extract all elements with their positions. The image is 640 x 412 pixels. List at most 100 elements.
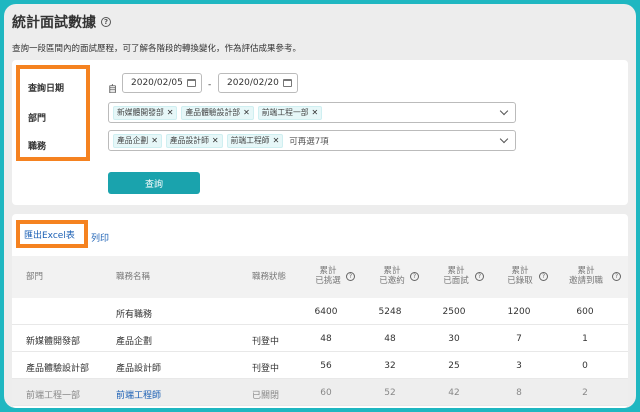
cell-hired: 7	[516, 334, 522, 344]
export-highlight: 匯出Excel表	[16, 220, 88, 248]
col-interviewed: 累計 已面試	[442, 266, 470, 286]
position-select[interactable]: 產品企劃 ✕ 產品設計師 ✕ 前端工程師 ✕ 可再選7項	[108, 130, 516, 151]
col-position: 職務名稱	[116, 272, 151, 282]
cell-picked: 48	[320, 334, 332, 344]
page-title: 統計面試數據 ?	[12, 12, 111, 32]
tag-label: 產品設計師	[169, 136, 209, 145]
query-button[interactable]: 查詢	[108, 172, 200, 194]
question-circle-icon[interactable]: ?	[346, 272, 355, 281]
cell-onboard: 0	[582, 361, 588, 371]
cell-onboard: 600	[576, 307, 594, 317]
col-department: 部門	[26, 272, 44, 282]
position-label: 職務	[28, 142, 47, 152]
date-from-prefix: 自	[108, 85, 118, 95]
col-line: 累計	[577, 266, 595, 276]
department-select[interactable]: 新媒體開發部 ✕ 產品體驗設計部 ✕ 前端工程一部 ✕	[108, 102, 516, 123]
tag-label: 產品企劃	[117, 136, 149, 145]
cell-interviewed: 42	[448, 388, 460, 398]
cell-hired: 8	[516, 388, 522, 398]
col-invited: 累計 已邀約	[378, 266, 406, 286]
cell-status: 刊登中	[252, 337, 280, 347]
col-line: 已邀約	[379, 276, 405, 286]
col-line: 邀請到職	[568, 276, 603, 286]
print-link[interactable]: 列印	[91, 231, 109, 244]
col-onboard: 累計 邀請到職	[564, 266, 608, 286]
close-icon[interactable]: ✕	[312, 108, 319, 117]
close-icon[interactable]: ✕	[243, 108, 250, 117]
col-line: 已面試	[443, 276, 469, 286]
close-icon[interactable]: ✕	[212, 136, 219, 145]
table-row: 新媒體開發部 產品企劃 刊登中 48 48 30 7 1	[12, 325, 628, 352]
col-hired: 累計 已錄取	[506, 266, 534, 286]
col-line: 已錄取	[507, 276, 533, 286]
col-line: 累計	[447, 266, 465, 276]
cell-status: 已關閉	[252, 391, 280, 401]
results-panel: 匯出Excel表 列印 部門 職務名稱 職務狀態 累計 已挑選 ? 累計 已邀約…	[12, 214, 628, 408]
cell-invited: 32	[384, 361, 396, 371]
cell-department: 產品體驗設計部	[26, 364, 90, 374]
position-link[interactable]: 前端工程師	[116, 388, 161, 401]
cell-invited: 48	[384, 334, 396, 344]
position-tag: 產品設計師 ✕	[165, 133, 223, 148]
date-to-value: 2020/02/20	[227, 78, 279, 88]
question-circle-icon[interactable]: ?	[101, 17, 111, 27]
col-line: 已挑選	[315, 276, 341, 286]
col-picked: 累計 已挑選	[314, 266, 342, 286]
question-circle-icon[interactable]: ?	[539, 272, 548, 281]
table-header: 部門 職務名稱 職務狀態 累計 已挑選 ? 累計 已邀約 ? 累計 已面試 ? …	[12, 256, 628, 298]
date-from-value: 2020/02/05	[131, 78, 183, 88]
cell-status: 刊登中	[252, 364, 280, 374]
department-tag: 產品體驗設計部 ✕	[181, 105, 254, 120]
department-tag: 新媒體開發部 ✕	[113, 105, 178, 120]
position-tag: 產品企劃 ✕	[113, 133, 162, 148]
cell-hired: 1200	[507, 307, 531, 317]
cell-invited: 52	[384, 388, 396, 398]
position-link[interactable]: 產品設計師	[116, 361, 161, 374]
cell-picked: 6400	[314, 307, 338, 317]
page-subtitle: 查詢一段區間內的面試歷程，可了解各階段的轉換變化，作為評估成果參考。	[12, 44, 302, 54]
col-status: 職務狀態	[252, 272, 287, 282]
tag-label: 新媒體開發部	[117, 108, 164, 117]
cell-interviewed: 2500	[442, 307, 466, 317]
close-icon[interactable]: ✕	[273, 136, 280, 145]
tag-label: 產品體驗設計部	[185, 108, 241, 117]
cell-picked: 60	[320, 388, 332, 398]
date-to-input[interactable]: 2020/02/20	[218, 73, 298, 93]
date-from-input[interactable]: 2020/02/05	[122, 73, 202, 93]
cell-onboard: 2	[582, 388, 588, 398]
col-line: 累計	[511, 266, 529, 276]
cell-hired: 3	[516, 361, 522, 371]
tag-label: 前端工程一部	[261, 108, 309, 117]
cell-department: 前端工程一部	[26, 391, 81, 401]
cell-onboard: 1	[582, 334, 588, 344]
calendar-icon[interactable]	[187, 79, 196, 87]
calendar-icon[interactable]	[283, 79, 292, 87]
department-label: 部門	[28, 114, 47, 124]
position-tag: 前端工程師 ✕	[226, 133, 284, 148]
page-title-text: 統計面試數據	[12, 15, 96, 31]
cell-interviewed: 30	[448, 334, 460, 344]
close-icon[interactable]: ✕	[151, 136, 158, 145]
question-circle-icon[interactable]: ?	[475, 272, 484, 281]
export-excel-link[interactable]: 匯出Excel表	[24, 228, 75, 241]
position-link[interactable]: 產品企劃	[116, 334, 152, 347]
col-line: 累計	[319, 266, 337, 276]
cell-picked: 56	[320, 361, 332, 371]
table-row: 所有職務 6400 5248 2500 1200 600	[12, 298, 628, 325]
cell-interviewed: 25	[448, 361, 460, 371]
question-circle-icon[interactable]: ?	[410, 272, 419, 281]
cell-position: 所有職務	[116, 310, 153, 320]
date-label: 查詢日期	[28, 84, 65, 94]
question-circle-icon[interactable]: ?	[612, 272, 621, 281]
table-row: 前端工程一部 前端工程師 已關閉 60 52 42 8 2	[12, 379, 628, 406]
tag-label: 前端工程師	[230, 136, 270, 145]
date-separator: -	[208, 80, 212, 90]
filter-labels-highlight: 查詢日期 部門 職務	[16, 65, 90, 161]
table-row: 產品體驗設計部 產品設計師 刊登中 56 32 25 3 0	[12, 352, 628, 379]
filter-panel: 查詢日期 部門 職務 自 2020/02/05 - 2020/02/20 新媒體…	[12, 60, 628, 205]
col-line: 累計	[383, 266, 401, 276]
chevron-down-icon[interactable]	[499, 134, 509, 144]
close-icon[interactable]: ✕	[167, 108, 174, 117]
chevron-down-icon[interactable]	[499, 106, 509, 116]
positions-more-hint: 可再選7項	[289, 136, 329, 147]
